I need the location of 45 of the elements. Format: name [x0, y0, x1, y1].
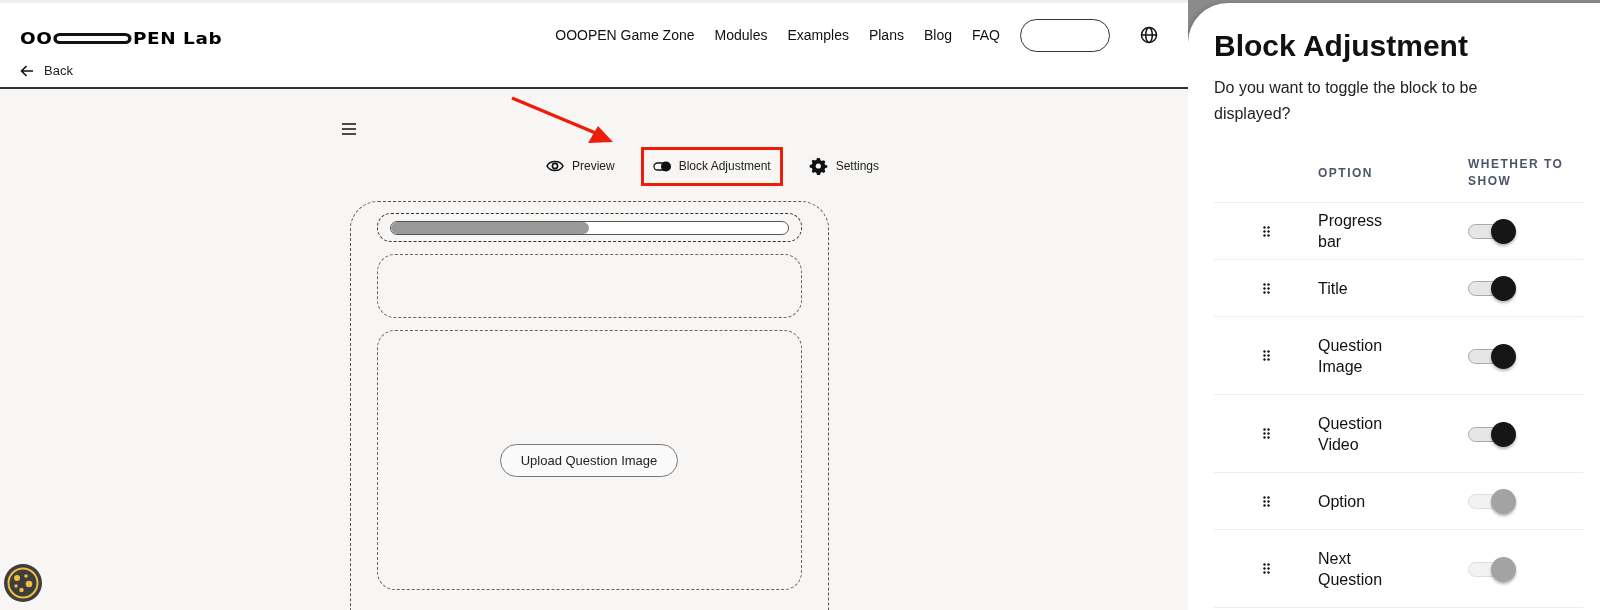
nav-link[interactable]: Blog [923, 27, 952, 43]
back-link[interactable]: Back [20, 63, 73, 78]
drag-handle-icon[interactable] [1262, 350, 1270, 361]
option-label: Title [1318, 278, 1349, 299]
option-label: Progress bar [1318, 211, 1384, 252]
toggle-switch[interactable] [1468, 219, 1516, 243]
pill-button[interactable] [1020, 18, 1110, 52]
toggle-switch[interactable] [1468, 556, 1516, 581]
toolbar-button[interactable]: Block Adjustment [640, 146, 783, 186]
settings-icon [809, 157, 827, 175]
eye-icon [546, 160, 564, 171]
option-label: Option [1318, 491, 1367, 512]
drag-handle-icon[interactable] [1262, 428, 1270, 439]
logo-text: PEN Lab [132, 29, 223, 48]
drag-handle-icon[interactable] [1262, 495, 1270, 507]
menu-icon[interactable] [342, 123, 356, 135]
upload-button[interactable]: Upload Question Image [499, 443, 679, 477]
drag-handle-icon[interactable] [1262, 563, 1270, 574]
globe-icon[interactable] [1140, 26, 1158, 44]
toggle-switch[interactable] [1468, 421, 1516, 446]
panel-title: Block Adjustment [1214, 29, 1469, 63]
logo[interactable]: OO PEN Lab [20, 29, 223, 48]
toolbar-button[interactable]: Preview [533, 146, 627, 186]
drag-handle-icon[interactable] [1262, 282, 1270, 294]
back-arrow-icon [20, 64, 34, 77]
drag-handle-icon[interactable] [1262, 225, 1270, 237]
nav-link[interactable]: Modules [714, 27, 768, 43]
nav-link[interactable]: Plans [868, 27, 904, 43]
toggle-switch[interactable] [1468, 489, 1516, 513]
nav-link[interactable]: Examples [787, 27, 849, 43]
option-label: Next Question [1318, 548, 1384, 590]
toggle-switch[interactable] [1468, 276, 1516, 300]
toggle-icon [653, 161, 671, 171]
panel-prompt: Do you want to toggle the block to be displayed? [1214, 78, 1479, 124]
option-label: Question Image [1318, 335, 1384, 377]
nav-link[interactable]: FAQ [972, 27, 1000, 43]
toolbar-button[interactable]: Settings [796, 145, 892, 187]
cookie-icon[interactable] [4, 564, 42, 602]
toggle-switch[interactable] [1468, 343, 1516, 368]
nav-link[interactable]: OOOPEN Game Zone [555, 27, 695, 43]
option-label: Question Video [1318, 413, 1384, 455]
logo-pill-icon [53, 33, 132, 44]
column-header: WHETHER TO SHOW [1468, 156, 1565, 190]
column-header: OPTION [1318, 164, 1374, 182]
logo-text: OO [20, 29, 53, 48]
